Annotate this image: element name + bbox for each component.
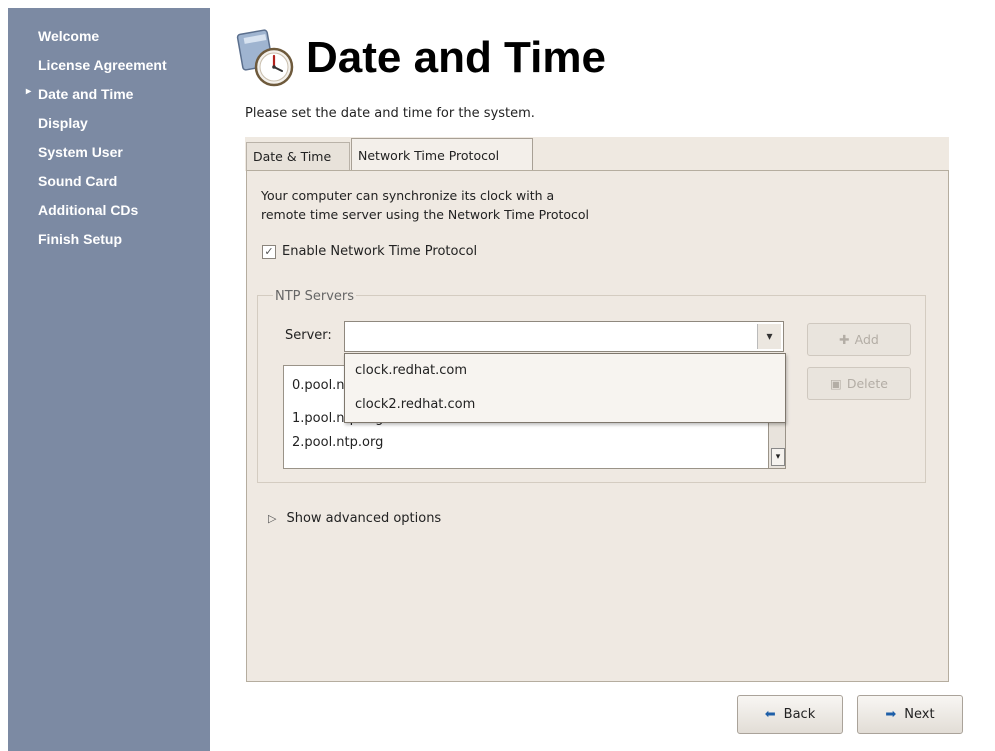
add-button[interactable]: ✚ Add	[807, 323, 911, 356]
tab-network-time-protocol[interactable]: Network Time Protocol	[351, 138, 533, 171]
delete-icon: ▣	[830, 376, 842, 391]
server-dropdown: clock.redhat.com clock2.redhat.com	[344, 353, 786, 423]
sidebar-item-welcome: Welcome	[38, 28, 99, 44]
sidebar-item-finish-setup: Finish Setup	[38, 231, 122, 247]
page-title: Date and Time	[306, 33, 606, 82]
add-button-label: Add	[854, 332, 879, 347]
sidebar-item-label: Finish Setup	[38, 231, 122, 247]
sidebar-item-license-agreement: License Agreement	[38, 57, 167, 73]
enable-ntp-label: Enable Network Time Protocol	[282, 244, 478, 259]
delete-button-label: Delete	[846, 376, 888, 391]
expander-triangle-icon: ▷	[268, 512, 277, 525]
enable-ntp-checkbox[interactable]: ✓	[262, 244, 276, 259]
sidebar-item-additional-cds: Additional CDs	[38, 202, 138, 218]
add-icon: ✚	[839, 332, 850, 347]
description-line: remote time server using the Network Tim…	[261, 207, 590, 222]
sidebar-item-system-user: System User	[38, 144, 123, 160]
server-label: Server:	[285, 328, 332, 343]
back-button-label: Back	[783, 707, 816, 722]
next-button-label: Next	[904, 707, 935, 722]
advanced-options-label: Show advanced options	[286, 511, 442, 526]
sidebar-item-sound-card: Sound Card	[38, 173, 117, 189]
tab-label: Network Time Protocol	[358, 148, 500, 163]
scroll-down-icon[interactable]: ▾	[771, 448, 785, 466]
clock-icon	[236, 29, 294, 87]
sidebar-item-label: System User	[38, 144, 123, 160]
chevron-down-icon[interactable]: ▾	[757, 324, 781, 349]
back-arrow-icon: ⬅	[764, 707, 776, 722]
back-button[interactable]: ⬅ Back	[737, 695, 843, 734]
next-arrow-icon: ➡	[885, 707, 897, 722]
dropdown-option[interactable]: clock2.redhat.com	[355, 397, 475, 412]
current-step-arrow-icon: ▸	[26, 86, 32, 97]
sidebar-item-label: Date and Time	[38, 86, 134, 102]
sidebar-item-label: Sound Card	[38, 173, 118, 189]
tab-date-and-time[interactable]: Date & Time	[246, 142, 350, 170]
list-item[interactable]: 2.pool.ntp.org	[292, 435, 383, 450]
enable-ntp-row[interactable]: ✓ Enable Network Time Protocol	[262, 244, 477, 259]
sidebar-item-label: Display	[38, 115, 88, 131]
description-line: Your computer can synchronize its clock …	[261, 188, 555, 203]
sidebar-item-label: License Agreement	[38, 57, 167, 73]
ntp-description: Your computer can synchronize its clock …	[261, 186, 589, 224]
dropdown-option[interactable]: clock.redhat.com	[355, 363, 467, 378]
delete-button[interactable]: ▣ Delete	[807, 367, 911, 400]
server-combo[interactable]: ▾	[344, 321, 784, 352]
sidebar-item-label: Additional CDs	[38, 202, 139, 218]
ntp-servers-frame-label: NTP Servers	[273, 289, 357, 304]
sidebar-item-display: Display	[38, 115, 88, 131]
page-subtitle: Please set the date and time for the sys…	[245, 106, 535, 121]
next-button[interactable]: ➡ Next	[857, 695, 963, 734]
advanced-options-expander[interactable]: ▷ Show advanced options	[268, 511, 441, 526]
sidebar-item-date-and-time: ▸ Date and Time	[26, 86, 134, 102]
tab-label: Date & Time	[253, 149, 332, 164]
sidebar-item-label: Welcome	[38, 28, 100, 44]
